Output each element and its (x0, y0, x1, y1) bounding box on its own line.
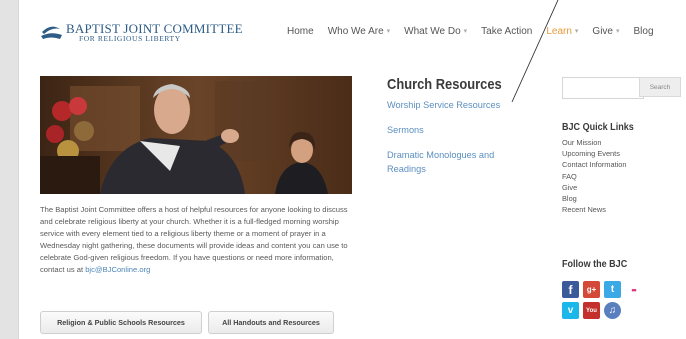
quick-link-recent-news[interactable]: Recent News (562, 204, 627, 215)
sermons-link[interactable]: Sermons (387, 123, 424, 137)
site-logo[interactable]: BAPTIST JOINT COMMITTEE FOR RELIGIOUS LI… (39, 20, 243, 44)
logo-ship-icon (41, 26, 62, 39)
nav-who-we-are-label: Who We Are (327, 25, 384, 37)
chevron-down-icon: ▾ (574, 28, 579, 35)
page: BAPTIST JOINT COMMITTEE FOR RELIGIOUS LI… (18, 0, 686, 339)
hero-photo (40, 76, 352, 194)
nav-home-label: Home (287, 25, 314, 37)
chevron-down-icon: ▾ (463, 28, 468, 35)
nav-learn-label: Learn (546, 25, 572, 37)
all-handouts-button[interactable]: All Handouts and Resources (208, 311, 334, 334)
site-header: BAPTIST JOINT COMMITTEE FOR RELIGIOUS LI… (19, 0, 686, 60)
quick-link-blog[interactable]: Blog (562, 193, 627, 204)
dramatic-monologues-link[interactable]: Dramatic Monologues and Readings (387, 148, 517, 176)
nav-give[interactable]: Give ▾ (592, 24, 619, 38)
youtube-glyph: You (586, 307, 597, 314)
nav-blog-label: Blog (633, 25, 654, 37)
search-button[interactable]: Search (639, 77, 681, 97)
google-plus-glyph: g+ (586, 285, 597, 294)
quick-link-our-mission[interactable]: Our Mission (562, 137, 627, 148)
quick-link-faq[interactable]: FAQ (562, 171, 627, 182)
quick-links-list: Our Mission Upcoming Events Contact Info… (562, 137, 627, 215)
facebook-glyph: f (568, 282, 573, 297)
quick-link-contact-information[interactable]: Contact Information (562, 159, 627, 170)
quick-link-upcoming-events[interactable]: Upcoming Events (562, 148, 627, 159)
twitter-glyph: t (610, 284, 615, 295)
nav-what-we-do[interactable]: What We Do ▾ (404, 24, 467, 38)
religion-public-schools-button[interactable]: Religion & Public Schools Resources (40, 311, 202, 334)
itunes-glyph: ♫ (608, 305, 617, 316)
nav-blog[interactable]: Blog (634, 24, 654, 38)
flickr-glyph: •• (631, 284, 636, 295)
nav-take-action[interactable]: Take Action (481, 24, 532, 38)
intro-paragraph: The Baptist Joint Committee offers a hos… (40, 204, 354, 277)
nav-what-we-do-label: What We Do (404, 25, 461, 37)
vimeo-icon[interactable]: v (562, 302, 579, 319)
hero-photo-image (40, 76, 352, 194)
flickr-icon[interactable]: •• (625, 281, 642, 298)
main-nav: Home Who We Are ▾ What We Do ▾ Take Action… (287, 24, 668, 38)
nav-home[interactable]: Home (287, 24, 314, 38)
vimeo-glyph: v (567, 305, 574, 316)
search-input[interactable] (562, 77, 644, 99)
quick-link-give[interactable]: Give (562, 182, 627, 193)
chevron-down-icon: ▾ (386, 28, 391, 35)
worship-service-link[interactable]: Worship Service Resources (387, 98, 500, 112)
youtube-icon[interactable]: You (583, 302, 600, 319)
quick-links-heading: BJC Quick Links (562, 121, 634, 133)
nav-who-we-are[interactable]: Who We Are ▾ (328, 24, 390, 38)
nav-take-action-label: Take Action (481, 25, 533, 37)
follow-heading: Follow the BJC (562, 258, 628, 270)
twitter-icon[interactable]: t (604, 281, 621, 298)
nav-give-label: Give (592, 25, 613, 37)
google-plus-icon[interactable]: g+ (583, 281, 600, 298)
contact-email-link[interactable]: bjc@BJConline.org (85, 265, 150, 274)
itunes-icon[interactable]: ♫ (604, 302, 621, 319)
chevron-down-icon: ▾ (615, 28, 620, 35)
nav-learn[interactable]: Learn ▾ (546, 24, 578, 38)
brand-subtitle: FOR RELIGIOUS LIBERTY (79, 34, 181, 43)
church-resources-heading: Church Resources (387, 76, 502, 93)
facebook-icon[interactable]: f (562, 281, 579, 298)
